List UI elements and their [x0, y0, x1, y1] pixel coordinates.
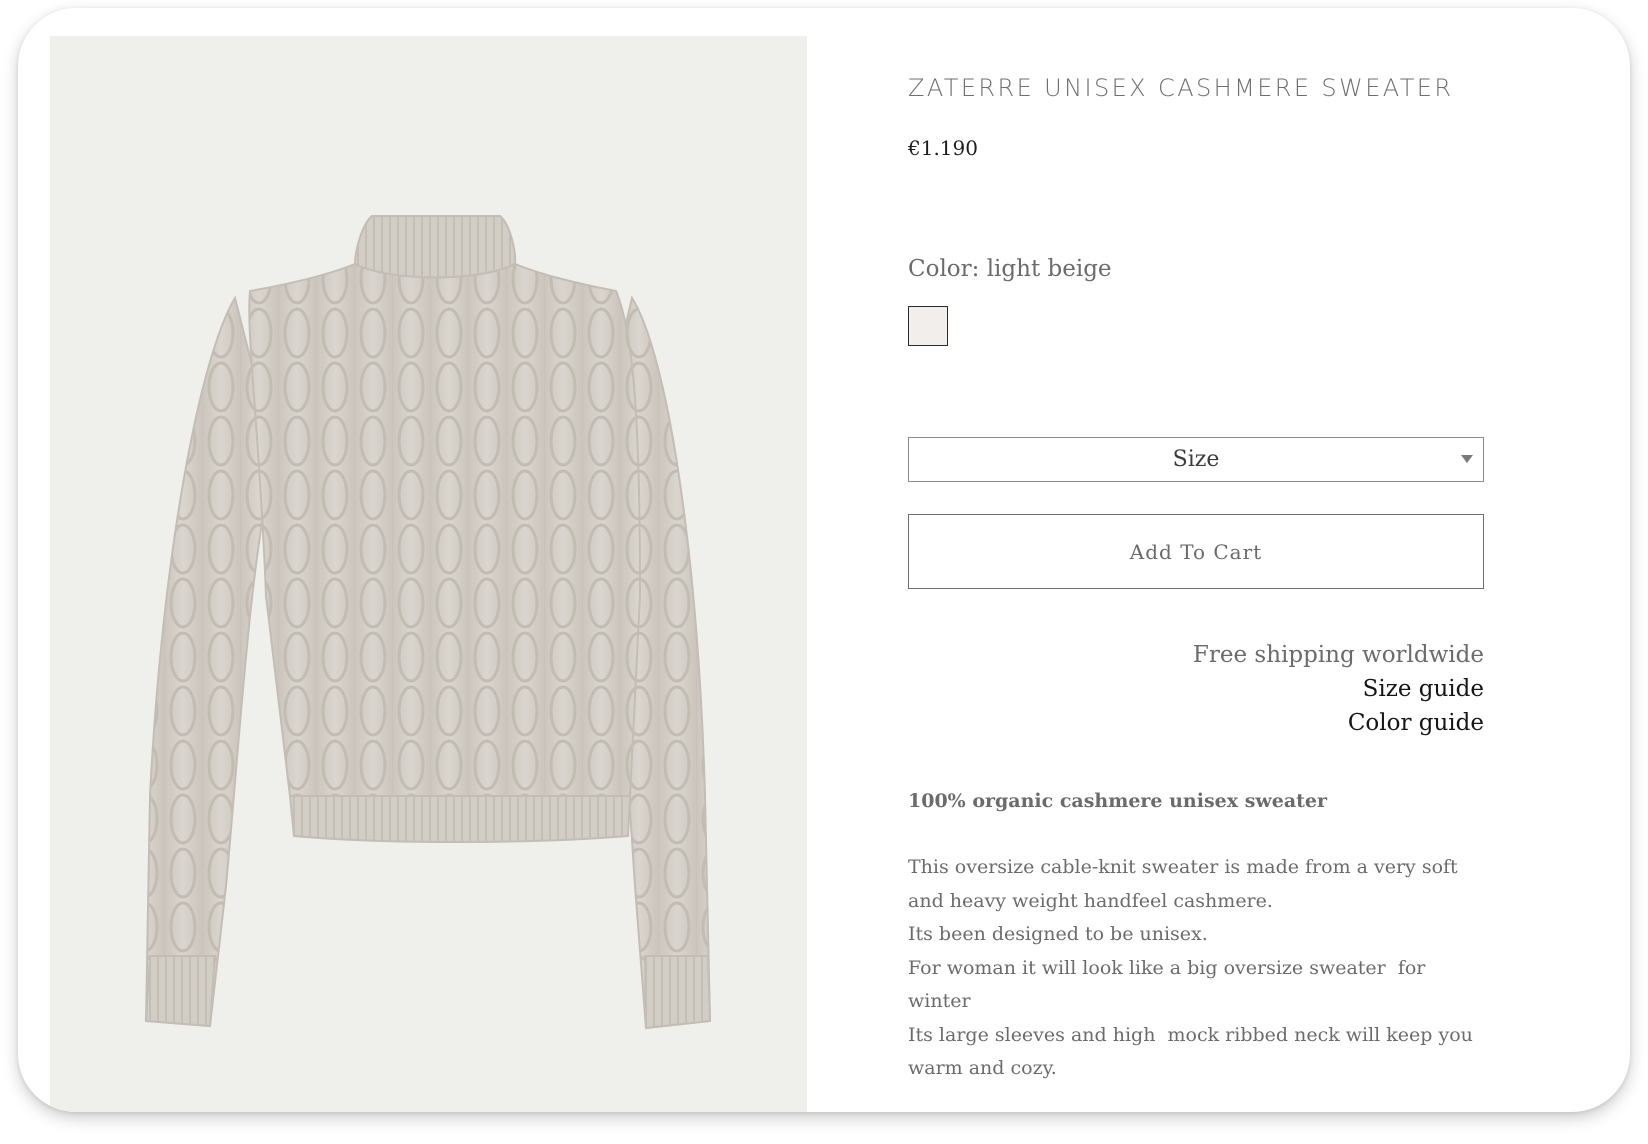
size-select-label: Size [1172, 447, 1220, 472]
description-text: This oversize cable-knit sweater is made… [908, 851, 1488, 1086]
product-page-frame: ZATERRE UNISEX CASHMERE SWEATER €1.190 C… [18, 8, 1630, 1112]
description-line: and heavy weight handfeel cashmere. [908, 889, 1273, 912]
info-links: Free shipping worldwide Size guide Color… [908, 638, 1484, 740]
size-guide-link[interactable]: Size guide [908, 672, 1484, 706]
color-label: Color: light beige [908, 256, 1112, 282]
product-title: ZATERRE UNISEX CASHMERE SWEATER [908, 74, 1454, 102]
description-heading: 100% organic cashmere unisex sweater [908, 790, 1328, 812]
size-select[interactable]: Size [908, 437, 1484, 482]
chevron-down-icon [1461, 455, 1473, 463]
description-line: Its large sleeves and high mock ribbed n… [908, 1023, 1473, 1046]
description-line: Its been designed to be unisex. [908, 923, 1208, 945]
description-line: For woman it will look like a big oversi… [908, 956, 1426, 979]
add-to-cart-button[interactable]: Add To Cart [908, 514, 1484, 589]
color-swatch-light-beige[interactable] [908, 306, 948, 346]
product-price: €1.190 [908, 136, 978, 160]
free-shipping-text: Free shipping worldwide [1192, 642, 1484, 668]
description-line: winter [908, 990, 971, 1012]
product-image[interactable] [50, 36, 807, 1112]
color-guide-link[interactable]: Color guide [908, 706, 1484, 740]
sweater-illustration [144, 215, 712, 1030]
description-line: warm and cozy. [908, 1057, 1057, 1079]
description-line: This oversize cable-knit sweater is made… [908, 856, 1458, 878]
